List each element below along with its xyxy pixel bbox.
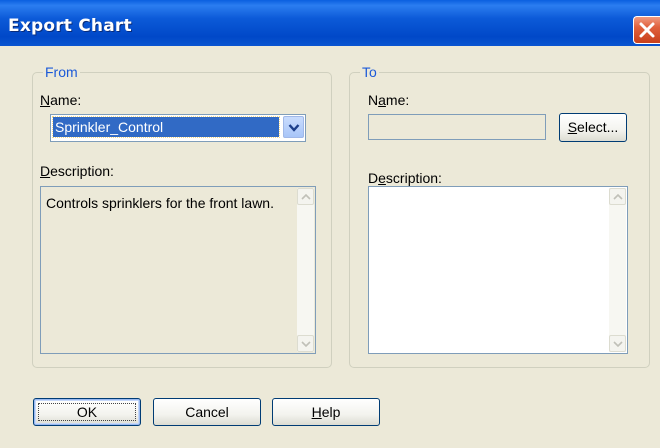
cancel-button-label: Cancel bbox=[185, 404, 229, 420]
to-name-field[interactable] bbox=[368, 114, 546, 140]
to-name-label: Name: bbox=[368, 92, 410, 108]
from-name-dropdown[interactable]: Sprinkler_Control bbox=[50, 114, 306, 142]
from-description-scrollbar[interactable] bbox=[297, 188, 314, 352]
to-description-label: Description: bbox=[368, 170, 442, 186]
close-button[interactable] bbox=[633, 16, 660, 44]
ok-button[interactable]: OK bbox=[33, 398, 141, 426]
scroll-up-arrow-icon bbox=[613, 193, 623, 200]
scroll-down-button[interactable] bbox=[609, 335, 626, 352]
dropdown-button[interactable] bbox=[283, 116, 304, 138]
from-name-selected-value: Sprinkler_Control bbox=[52, 116, 280, 138]
close-icon bbox=[639, 22, 655, 38]
from-legend: From bbox=[43, 63, 80, 81]
select-button[interactable]: Select... bbox=[559, 113, 627, 142]
to-legend: To bbox=[360, 63, 379, 81]
scroll-up-button[interactable] bbox=[609, 188, 626, 205]
scroll-down-button[interactable] bbox=[297, 335, 314, 352]
from-description-text: Controls sprinklers for the front lawn. bbox=[46, 195, 274, 211]
from-description-label: Description: bbox=[40, 163, 114, 179]
to-description-scrollbar[interactable] bbox=[609, 188, 626, 352]
chevron-down-icon bbox=[288, 124, 300, 132]
window-title: Export Chart bbox=[8, 16, 132, 36]
scroll-down-arrow-icon bbox=[613, 341, 623, 348]
cancel-button[interactable]: Cancel bbox=[153, 398, 261, 426]
from-description-textarea[interactable]: Controls sprinklers for the front lawn. bbox=[40, 186, 316, 354]
to-description-textarea[interactable] bbox=[368, 186, 628, 354]
scroll-down-arrow-icon bbox=[301, 341, 311, 348]
focus-ring bbox=[38, 403, 136, 421]
from-name-label: Name: bbox=[40, 92, 82, 108]
title-bar: Export Chart bbox=[0, 0, 660, 46]
scroll-up-arrow-icon bbox=[301, 193, 311, 200]
help-button[interactable]: Help bbox=[272, 398, 380, 426]
scroll-up-button[interactable] bbox=[297, 188, 314, 205]
